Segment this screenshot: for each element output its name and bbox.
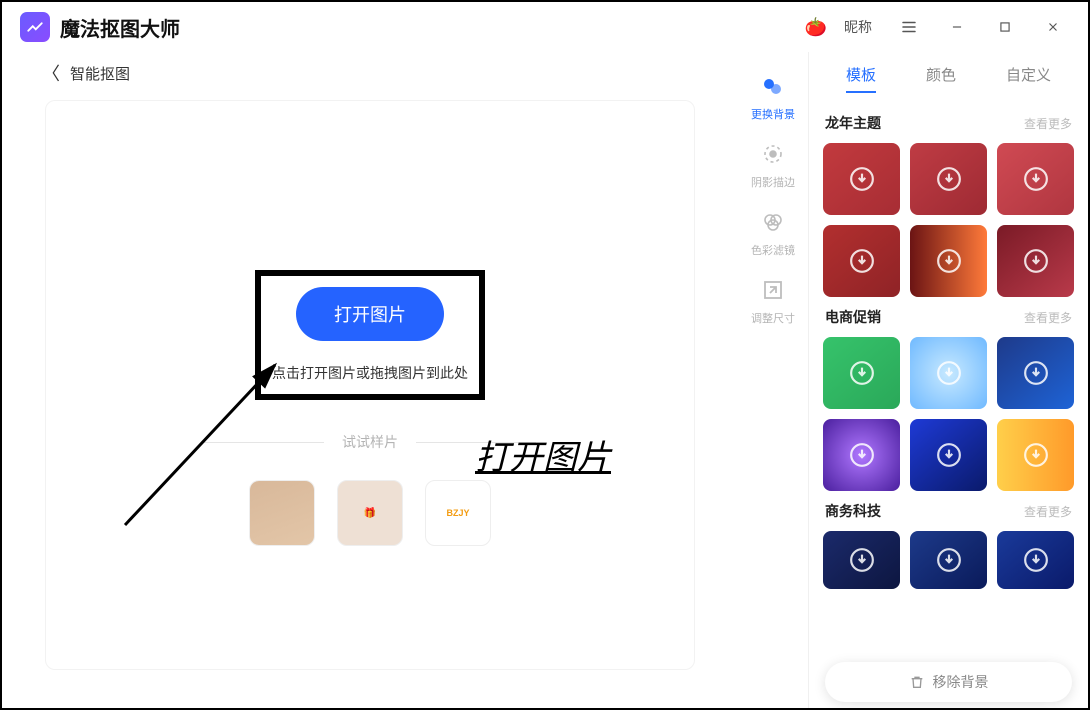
see-more-link[interactable]: 查看更多 — [1024, 503, 1072, 520]
app-logo — [20, 12, 50, 42]
dropzone-hint: 点击打开图片或拖拽图片到此处 — [272, 363, 468, 383]
samples-heading-label: 试试样片 — [342, 432, 398, 452]
tool-filter[interactable]: 色彩滤镜 — [743, 208, 803, 258]
titlebar: 魔法抠图大师 🍅 昵称 — [2, 2, 1088, 52]
remove-bg-button[interactable]: 移除背景 — [825, 662, 1072, 702]
template-grid-dragon — [821, 143, 1076, 297]
tool-label: 色彩滤镜 — [743, 242, 803, 258]
section-title: 龙年主题 — [825, 113, 881, 133]
nickname-label[interactable]: 昵称 — [844, 17, 872, 37]
tool-label: 阴影描边 — [743, 174, 803, 190]
tool-label: 更换背景 — [743, 106, 803, 122]
template-tile[interactable] — [910, 143, 987, 215]
tab-template[interactable]: 模板 — [846, 64, 876, 93]
tool-column: 更换背景 阴影描边 色彩滤镜 调整尺寸 — [738, 52, 808, 708]
template-tile[interactable] — [997, 143, 1074, 215]
template-tile[interactable] — [997, 337, 1074, 409]
trash-icon — [909, 674, 925, 690]
filter-icon — [743, 208, 803, 236]
breadcrumb[interactable]: 〈 智能抠图 — [22, 52, 718, 100]
panel-tabs: 模板 颜色 自定义 — [821, 58, 1076, 103]
close-button[interactable] — [1036, 12, 1070, 42]
template-tile[interactable] — [910, 337, 987, 409]
template-tile[interactable] — [910, 531, 987, 589]
avatar[interactable]: 🍅 — [802, 13, 830, 41]
shadow-icon — [743, 140, 803, 168]
open-image-button[interactable]: 打开图片 — [296, 287, 444, 341]
breadcrumb-label: 智能抠图 — [70, 63, 130, 84]
section-head-ecommerce: 电商促销 查看更多 — [821, 297, 1076, 337]
template-tile[interactable] — [823, 337, 900, 409]
dropzone[interactable]: 打开图片 点击打开图片或拖拽图片到此处 — [255, 270, 485, 400]
section-title: 商务科技 — [825, 501, 881, 521]
minimize-button[interactable] — [940, 12, 974, 42]
template-tile[interactable] — [910, 419, 987, 491]
template-tile[interactable] — [997, 531, 1074, 589]
app-title: 魔法抠图大师 — [60, 13, 180, 42]
template-grid-business — [821, 531, 1076, 589]
template-tile[interactable] — [910, 225, 987, 297]
tab-color[interactable]: 颜色 — [926, 64, 956, 93]
section-head-business: 商务科技 查看更多 — [821, 491, 1076, 531]
template-grid-ecommerce — [821, 337, 1076, 491]
template-tile[interactable] — [997, 419, 1074, 491]
tool-label: 调整尺寸 — [743, 310, 803, 326]
sample-thumb-2[interactable]: 🎁 — [337, 480, 403, 546]
tool-resize[interactable]: 调整尺寸 — [743, 276, 803, 326]
tool-shadow[interactable]: 阴影描边 — [743, 140, 803, 190]
template-tile[interactable] — [823, 531, 900, 589]
back-chevron-icon[interactable]: 〈 — [42, 60, 60, 86]
sample-thumb-1[interactable] — [249, 480, 315, 546]
template-tile[interactable] — [823, 419, 900, 491]
see-more-link[interactable]: 查看更多 — [1024, 115, 1072, 132]
annotation-text: 打开图片 — [475, 430, 611, 479]
template-tile[interactable] — [997, 225, 1074, 297]
side-panel: 模板 颜色 自定义 龙年主题 查看更多 电商促销 查看更多 — [808, 52, 1088, 708]
maximize-button[interactable] — [988, 12, 1022, 42]
tab-custom[interactable]: 自定义 — [1006, 64, 1051, 93]
sample-thumb-3[interactable]: BZJY — [425, 480, 491, 546]
menu-button[interactable] — [892, 12, 926, 42]
see-more-link[interactable]: 查看更多 — [1024, 309, 1072, 326]
canvas-area: 打开图片 点击打开图片或拖拽图片到此处 试试样片 🎁 BZJY — [45, 100, 695, 670]
workarea: 〈 智能抠图 打开图片 点击打开图片或拖拽图片到此处 试试样片 🎁 BZJY — [2, 52, 1088, 708]
resize-icon — [743, 276, 803, 304]
remove-bg-label: 移除背景 — [933, 672, 989, 692]
swap-bg-icon — [743, 72, 803, 100]
template-tile[interactable] — [823, 225, 900, 297]
canvas-column: 〈 智能抠图 打开图片 点击打开图片或拖拽图片到此处 试试样片 🎁 BZJY — [2, 52, 738, 708]
section-title: 电商促销 — [825, 307, 881, 327]
tool-change-bg[interactable]: 更换背景 — [743, 72, 803, 122]
section-head-dragon: 龙年主题 查看更多 — [821, 103, 1076, 143]
template-tile[interactable] — [823, 143, 900, 215]
